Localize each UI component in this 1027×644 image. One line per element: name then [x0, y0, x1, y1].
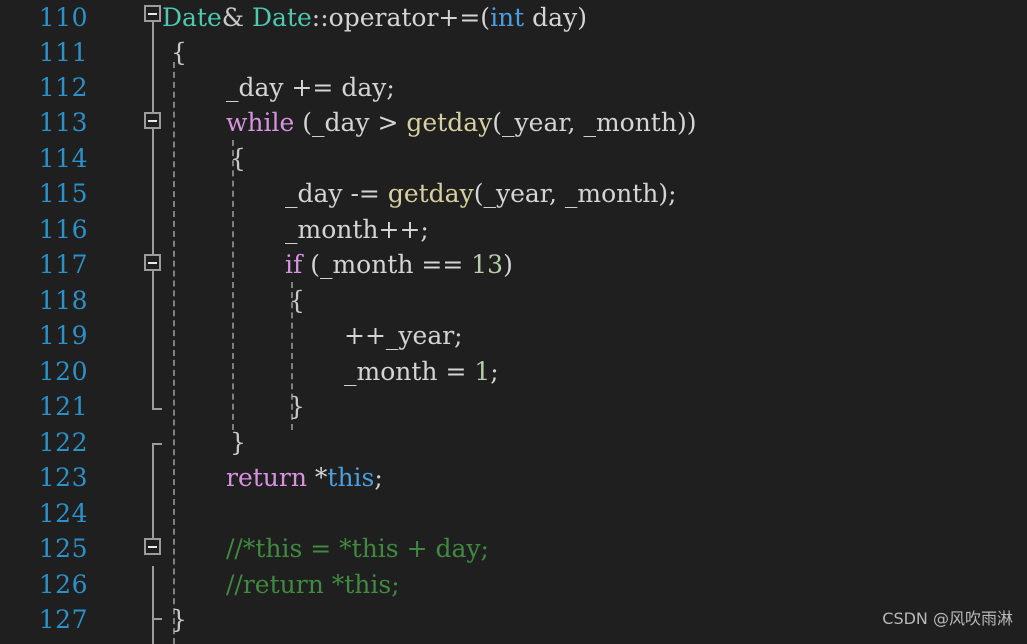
code-line-117[interactable]: if (_month == 13): [285, 247, 513, 282]
token-statement: _day += day;: [226, 73, 395, 102]
code-line-123[interactable]: return *this;: [226, 460, 383, 495]
token-comment: //return *this;: [226, 570, 400, 599]
csdn-watermark: CSDN @风吹雨淋: [882, 608, 1013, 628]
token-comment: //*this = *this + day;: [226, 534, 489, 563]
code-line-127[interactable]: }: [171, 602, 187, 637]
token-function-getday: getday: [387, 179, 474, 208]
token-function-getday: getday: [406, 108, 493, 137]
code-line-110[interactable]: Date& Date::operator+=(int day): [162, 0, 587, 35]
token-number-1: 1: [474, 357, 491, 386]
code-line-121[interactable]: }: [289, 389, 305, 424]
code-line-111[interactable]: {: [171, 35, 187, 70]
code-line-116[interactable]: _month++;: [285, 212, 429, 247]
token-brace-open: {: [171, 38, 187, 67]
token-assign-lhs: _day -=: [285, 179, 388, 208]
token-brace-close: }: [171, 605, 187, 634]
code-line-112[interactable]: _day += day;: [226, 70, 395, 105]
token-paren-close: ): [503, 250, 513, 279]
token-condition-lhs: (_day >: [294, 108, 407, 137]
token-keyword-return: return: [226, 463, 307, 492]
code-editor[interactable]: 110 111 112 113 114 115 116 117 118 119 …: [0, 0, 1027, 644]
token-assign-lhs: _month =: [344, 357, 475, 386]
token-class-name: Date: [162, 3, 222, 32]
token-type-int: int: [490, 3, 525, 32]
code-line-120[interactable]: _month = 1;: [344, 354, 499, 389]
token-keyword-this: this: [327, 463, 375, 492]
token-condition-lhs: (_month ==: [302, 250, 472, 279]
token-keyword-while: while: [226, 108, 295, 137]
token-semicolon: ;: [490, 357, 499, 386]
code-line-125[interactable]: //*this = *this + day;: [226, 531, 489, 566]
token-keyword-if: if: [285, 250, 303, 279]
code-line-119[interactable]: ++_year;: [344, 318, 463, 353]
token-operator-decl: operator+=(: [328, 3, 491, 32]
token-ampersand: &: [221, 3, 252, 32]
token-brace-open: {: [230, 144, 246, 173]
code-line-122[interactable]: }: [230, 425, 246, 460]
code-line-114[interactable]: {: [230, 141, 246, 176]
token-number-13: 13: [471, 250, 504, 279]
token-statement: _month++;: [285, 215, 429, 244]
token-brace-close: }: [230, 428, 246, 457]
token-deref: *: [306, 463, 328, 492]
token-brace-close: }: [289, 392, 305, 421]
code-content[interactable]: Date& Date::operator+=(int day) { _day +…: [0, 0, 1027, 644]
code-line-126[interactable]: //return *this;: [226, 567, 400, 602]
code-line-113[interactable]: while (_day > getday(_year, _month)): [226, 105, 696, 140]
token-brace-open: {: [289, 286, 305, 315]
token-class-qualifier: Date: [252, 3, 312, 32]
token-param-day: day): [524, 3, 587, 32]
token-semicolon: ;: [374, 463, 383, 492]
code-line-118[interactable]: {: [289, 283, 305, 318]
token-statement: ++_year;: [344, 321, 463, 350]
token-scope-operator: ::: [311, 3, 329, 32]
token-call-args: (_year, _month)): [492, 108, 697, 137]
token-call-args: (_year, _month);: [473, 179, 677, 208]
code-line-115[interactable]: _day -= getday(_year, _month);: [285, 176, 677, 211]
